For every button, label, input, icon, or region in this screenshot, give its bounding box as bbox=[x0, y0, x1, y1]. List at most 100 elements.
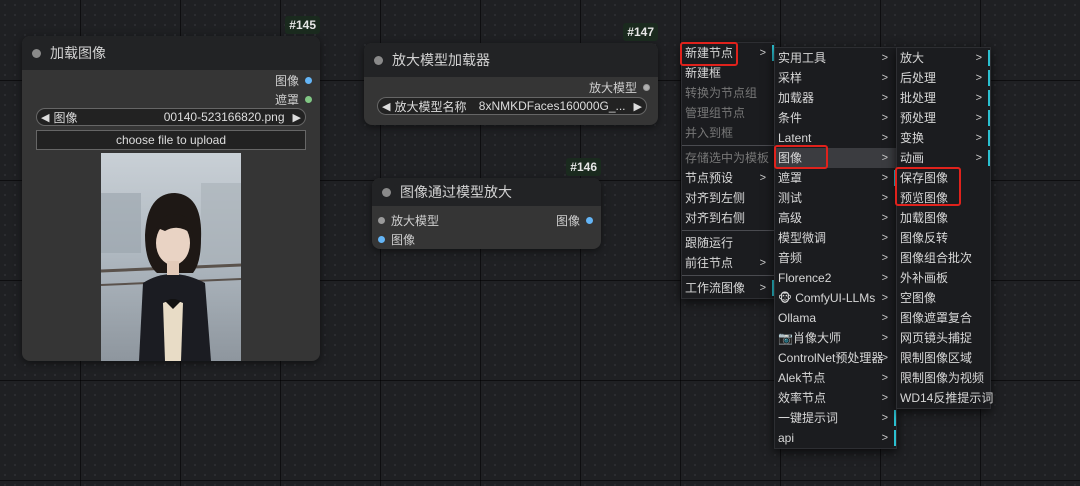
model-name-combo-widget[interactable]: ◀ 放大模型名称 8xNMKDFaces160000G_... ▶ bbox=[377, 97, 647, 115]
menu-item-label: 工作流图像 bbox=[685, 281, 746, 295]
canvas-context-menu: 新建节点 > 新建框 转换为节点组 管理组节点 并入到框 存储选中为模板 节点预设… bbox=[681, 42, 775, 299]
collapse-dot-icon[interactable] bbox=[374, 55, 383, 65]
output-image[interactable]: 图像 bbox=[275, 72, 312, 89]
upload-button[interactable]: choose file to upload bbox=[36, 130, 306, 150]
output-image[interactable]: 图像 bbox=[556, 212, 593, 229]
chevron-right-icon: > bbox=[975, 52, 982, 64]
menu-item-label: ControlNet预处理器 bbox=[778, 351, 884, 365]
category-one-click-prompt[interactable]: 一键提示词 > bbox=[775, 408, 896, 428]
image-socket-icon[interactable] bbox=[378, 236, 385, 243]
arrow-left-icon[interactable]: ◀ bbox=[378, 100, 394, 113]
category-testing[interactable]: 测试 > bbox=[775, 188, 896, 208]
menu-item-label: 空图像 bbox=[900, 291, 937, 305]
node-header[interactable]: 加载图像 bbox=[22, 36, 320, 70]
menu-item-label: 前往节点 bbox=[685, 256, 734, 270]
submenu-indicator bbox=[988, 90, 990, 106]
category-portrait-master[interactable]: 📷肖像大师 > bbox=[775, 328, 896, 348]
category-alek-nodes[interactable]: Alek节点 > bbox=[775, 368, 896, 388]
highlight-save-preview-image bbox=[895, 167, 961, 206]
image-item-load-image[interactable]: 加载图像 bbox=[897, 208, 990, 228]
image-item-composite-masked[interactable]: 图像遮罩复合 bbox=[897, 308, 990, 328]
category-sampling[interactable]: 采样 > bbox=[775, 68, 896, 88]
input-image[interactable]: 图像 bbox=[378, 231, 415, 248]
category-comfyui-llms[interactable]: 🐵 ComfyUI-LLMs > bbox=[775, 288, 896, 308]
image-socket-icon[interactable] bbox=[586, 217, 593, 224]
input-upscale-model[interactable]: 放大模型 bbox=[378, 212, 439, 229]
load-image-node[interactable]: #145 加载图像 图像 遮罩 ◀ 图像 00140-523166820.png… bbox=[22, 16, 320, 361]
menu-item-label: 对齐到左侧 bbox=[685, 191, 746, 205]
image-item-batch-images[interactable]: 图像组合批次 bbox=[897, 248, 990, 268]
menu-item-label: 图像反转 bbox=[900, 231, 949, 245]
collapse-dot-icon[interactable] bbox=[32, 48, 41, 58]
mask-socket-icon[interactable] bbox=[305, 96, 312, 103]
arrow-left-icon[interactable]: ◀ bbox=[37, 111, 53, 124]
menu-item-align-left[interactable]: 对齐到左侧 bbox=[682, 188, 774, 208]
image-item-transform[interactable]: 变换 > bbox=[897, 128, 990, 148]
category-mask[interactable]: 遮罩 > bbox=[775, 168, 896, 188]
menu-item-label: 节点预设 bbox=[685, 171, 734, 185]
menu-item-label: api bbox=[778, 431, 795, 445]
image-item-preprocessors[interactable]: 预处理 > bbox=[897, 108, 990, 128]
image-item-webcam-capture[interactable]: 网页镜头捕捉 bbox=[897, 328, 990, 348]
image-item-upscaling[interactable]: 放大 > bbox=[897, 48, 990, 68]
image-item-empty-image[interactable]: 空图像 bbox=[897, 288, 990, 308]
menu-item-follow-execution[interactable]: 跟随运行 bbox=[682, 233, 774, 253]
chevron-right-icon: > bbox=[881, 52, 888, 64]
menu-item-go-to-node[interactable]: 前往节点 > bbox=[682, 253, 774, 273]
image-item-wd14-tagger[interactable]: WD14反推提示词 bbox=[897, 388, 993, 408]
menu-item-node-presets[interactable]: 节点预设 > bbox=[682, 168, 774, 188]
category-loaders[interactable]: 加载器 > bbox=[775, 88, 896, 108]
arrow-right-icon[interactable]: ▶ bbox=[289, 111, 305, 124]
image-item-limit-to-video[interactable]: 限制图像为视频 bbox=[897, 368, 990, 388]
menu-item-workflow-image[interactable]: 工作流图像 > bbox=[682, 278, 774, 298]
chevron-right-icon: > bbox=[881, 112, 888, 124]
image-item-pad-for-outpainting[interactable]: 外补画板 bbox=[897, 268, 990, 288]
widget-label: 图像 bbox=[53, 110, 78, 125]
chevron-right-icon: > bbox=[881, 92, 888, 104]
widget-value: 8xNMKDFaces160000G_... bbox=[478, 99, 626, 113]
menu-item-save-as-template: 存储选中为模板 bbox=[682, 148, 774, 168]
output-upscale-model[interactable]: 放大模型 bbox=[589, 79, 650, 96]
category-conditioning[interactable]: 条件 > bbox=[775, 108, 896, 128]
image-socket-icon[interactable] bbox=[305, 77, 312, 84]
upscale-model-socket-icon[interactable] bbox=[378, 217, 385, 224]
category-advanced[interactable]: 高级 > bbox=[775, 208, 896, 228]
category-utils[interactable]: 实用工具 > bbox=[775, 48, 896, 68]
image-item-invert-image[interactable]: 图像反转 bbox=[897, 228, 990, 248]
image-upscale-with-model-node[interactable]: #146 图像通过模型放大 放大模型 图像 图像 bbox=[372, 158, 601, 249]
collapse-dot-icon[interactable] bbox=[382, 187, 391, 197]
category-florence2[interactable]: Florence2 > bbox=[775, 268, 896, 288]
menu-item-label: 动画 bbox=[900, 151, 925, 165]
upscale-model-socket-icon[interactable] bbox=[643, 84, 650, 91]
output-label: 图像 bbox=[555, 214, 580, 228]
menu-item-label: 效率节点 bbox=[778, 391, 827, 405]
menu-item-label: 条件 bbox=[778, 111, 803, 125]
menu-item-label: 限制图像为视频 bbox=[900, 371, 985, 385]
image-item-postprocessing[interactable]: 后处理 > bbox=[897, 68, 990, 88]
menu-item-align-right[interactable]: 对齐到右侧 bbox=[682, 208, 774, 228]
chevron-right-icon: > bbox=[881, 172, 888, 184]
menu-item-new-group[interactable]: 新建框 bbox=[682, 63, 774, 83]
category-model-patches[interactable]: 模型微调 > bbox=[775, 228, 896, 248]
node-header[interactable]: 图像通过模型放大 bbox=[372, 178, 601, 206]
category-api[interactable]: api > bbox=[775, 428, 896, 448]
menu-item-label: 外补画板 bbox=[900, 271, 949, 285]
category-controlnet-preprocessors[interactable]: ControlNet预处理器 > bbox=[775, 348, 896, 368]
image-item-animation[interactable]: 动画 > bbox=[897, 148, 990, 168]
chevron-right-icon: > bbox=[881, 272, 888, 284]
image-item-limit-region[interactable]: 限制图像区域 bbox=[897, 348, 990, 368]
image-combo-widget[interactable]: ◀ 图像 00140-523166820.png ▶ bbox=[36, 108, 306, 126]
arrow-right-icon[interactable]: ▶ bbox=[630, 100, 646, 113]
menu-item-convert-to-group-node: 转换为节点组 bbox=[682, 83, 774, 103]
category-efficiency-nodes[interactable]: 效率节点 > bbox=[775, 388, 896, 408]
category-audio[interactable]: 音频 > bbox=[775, 248, 896, 268]
submenu-indicator bbox=[988, 150, 990, 166]
category-ollama[interactable]: Ollama > bbox=[775, 308, 896, 328]
chevron-right-icon: > bbox=[759, 47, 766, 59]
chevron-right-icon: > bbox=[759, 282, 766, 294]
chevron-right-icon: > bbox=[975, 72, 982, 84]
image-item-batch[interactable]: 批处理 > bbox=[897, 88, 990, 108]
upscale-model-loader-node[interactable]: #147 放大模型加载器 放大模型 ◀ 放大模型名称 8xNMKDFaces16… bbox=[364, 23, 658, 125]
node-header[interactable]: 放大模型加载器 bbox=[364, 43, 658, 77]
output-mask[interactable]: 遮罩 bbox=[275, 91, 312, 108]
